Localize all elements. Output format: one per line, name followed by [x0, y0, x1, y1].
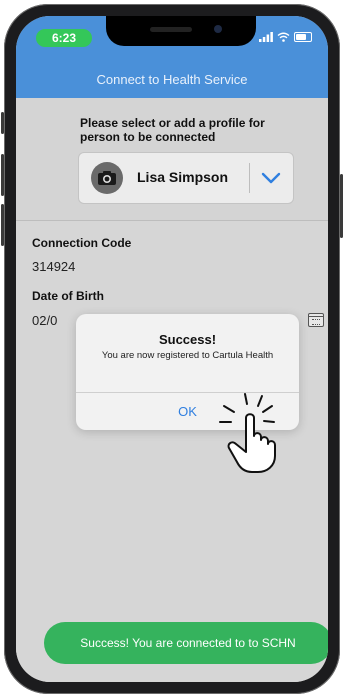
- signal-bars-icon: [259, 32, 273, 42]
- connection-code-label: Connection Code: [32, 236, 132, 250]
- status-time: 6:23: [36, 29, 92, 47]
- profile-name: Lisa Simpson: [137, 169, 229, 185]
- nav-bar: Connect to Health Service: [16, 60, 328, 98]
- battery-icon: [294, 32, 312, 42]
- status-bar: 6:23: [16, 16, 328, 60]
- power-button: [340, 174, 343, 238]
- volume-up-button: [1, 154, 4, 196]
- alert-title: Success!: [158, 332, 217, 347]
- phone-frame: 6:23 Connect to Health Service Please se…: [1, 4, 343, 694]
- wifi-icon: [277, 32, 290, 42]
- camera-icon: [98, 171, 116, 185]
- page-title: Connect to Health Service: [96, 71, 248, 87]
- profile-section: Please select or add a profile for perso…: [16, 98, 328, 221]
- success-toast: Success! You are connected to to SCHN: [44, 622, 328, 664]
- speaker-grille: [150, 27, 192, 32]
- tap-hand-icon: [219, 393, 276, 473]
- connection-code-input[interactable]: 314924: [32, 259, 75, 274]
- volume-down-button: [1, 204, 4, 246]
- dob-input[interactable]: 02/0: [32, 313, 57, 328]
- avatar[interactable]: [91, 162, 123, 194]
- front-camera: [214, 25, 222, 33]
- dob-label: Date of Birth: [32, 289, 104, 303]
- chevron-down-icon: [261, 172, 281, 184]
- notch: [106, 16, 256, 46]
- alert-message: You are now registered to Cartula Health: [101, 350, 274, 361]
- toast-message: Success! You are connected to to SCHN: [80, 636, 296, 650]
- calendar-icon[interactable]: [308, 313, 324, 327]
- mute-switch: [1, 112, 4, 134]
- profile-prompt: Please select or add a profile for perso…: [80, 116, 265, 144]
- profile-dropdown-button[interactable]: [257, 165, 285, 191]
- phone-screen: 6:23 Connect to Health Service Please se…: [16, 16, 328, 682]
- profile-selector[interactable]: Lisa Simpson: [78, 152, 294, 204]
- card-divider: [249, 163, 250, 193]
- status-icons: [259, 32, 312, 42]
